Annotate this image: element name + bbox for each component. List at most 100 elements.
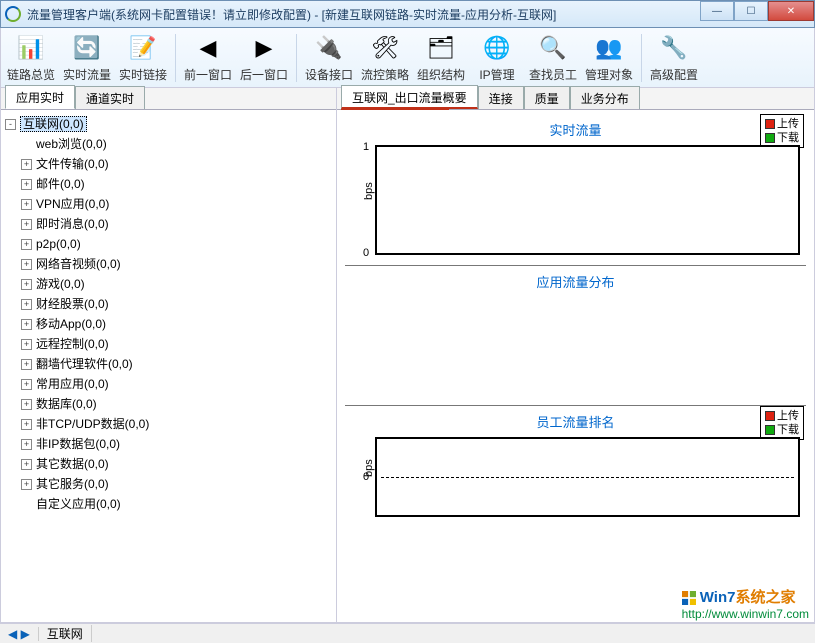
tree-node[interactable]: 即时消息(0,0)	[36, 217, 109, 231]
tree-toggle[interactable]: +	[21, 419, 32, 430]
toolbar-label: IP管理	[479, 66, 514, 83]
tree-toggle[interactable]: +	[21, 479, 32, 490]
tree-toggle[interactable]: +	[21, 459, 32, 470]
toolbar-icon: 🔍	[537, 32, 569, 64]
toolbar-icon: 🔌	[313, 32, 345, 64]
tree-node[interactable]: VPN应用(0,0)	[36, 197, 109, 211]
tree-node[interactable]: 常用应用(0,0)	[36, 377, 109, 391]
toolbar-实时流量[interactable]: 🔄实时流量	[59, 30, 115, 86]
tab-业务分布[interactable]: 业务分布	[570, 86, 640, 109]
window-title: 流量管理客户端(系统网卡配置错误！请立即修改配置) - [新建互联网链路-实时流…	[27, 6, 810, 23]
toolbar-设备接口[interactable]: 🔌 设备接口	[301, 30, 357, 86]
toolbar-后一窗口[interactable]: ▶后一窗口	[236, 30, 292, 86]
toolbar-label: 链路总览	[7, 66, 55, 83]
tab-连接[interactable]: 连接	[478, 86, 524, 109]
tree-toggle[interactable]: +	[21, 259, 32, 270]
ytick-0: 0	[363, 471, 369, 483]
tree-toggle[interactable]: +	[21, 199, 32, 210]
status-nav-icon[interactable]: ◀ ▶	[0, 627, 39, 641]
tree-toggle[interactable]: +	[21, 219, 32, 230]
toolbar-label: 设备接口	[305, 66, 353, 83]
tree-root[interactable]: 互联网(0,0)	[20, 116, 87, 132]
chart-appdist-section: 应用流量分布	[345, 266, 806, 406]
tree-node[interactable]: 移动App(0,0)	[36, 317, 106, 331]
tree-toggle[interactable]: +	[21, 439, 32, 450]
tree-node[interactable]: web浏览(0,0)	[36, 137, 107, 151]
tree-node[interactable]: 翻墙代理软件(0,0)	[36, 357, 133, 371]
main-toolbar: 📊 链路总览🔄实时流量📝实时链接 ◀ 前一窗口▶后一窗口 🔌 设备接口🛠流控策略🗂组织结构…	[0, 28, 815, 88]
tree-toggle[interactable]: -	[5, 119, 16, 130]
toolbar-实时链接[interactable]: 📝实时链接	[115, 30, 171, 86]
legend-upload-label: 上传	[777, 118, 799, 130]
toolbar-组织结构[interactable]: 🗂组织结构	[413, 30, 469, 86]
toolbar-label: 实时流量	[63, 66, 111, 83]
toolbar-separator	[296, 34, 297, 82]
chart-rank-title: 员工流量排名	[345, 412, 806, 431]
toolbar-前一窗口[interactable]: ◀ 前一窗口	[180, 30, 236, 86]
tree-node[interactable]: 文件传输(0,0)	[36, 157, 109, 171]
tree-toggle[interactable]: +	[21, 399, 32, 410]
legend-swatch-download	[765, 425, 775, 435]
window-titlebar: 流量管理客户端(系统网卡配置错误！请立即修改配置) - [新建互联网链路-实时流…	[0, 0, 815, 28]
tab-互联网_出口流量概要[interactable]: 互联网_出口流量概要	[341, 85, 478, 109]
maximize-button[interactable]: ☐	[734, 1, 768, 21]
tree-node[interactable]: 数据库(0,0)	[36, 397, 97, 411]
legend-download-label: 下载	[777, 132, 799, 144]
toolbar-管理对象[interactable]: 👥管理对象	[581, 30, 637, 86]
chart-dashline	[381, 477, 794, 478]
tab-应用实时[interactable]: 应用实时	[5, 85, 75, 109]
tree-toggle[interactable]: +	[21, 159, 32, 170]
tree-node[interactable]: 自定义应用(0,0)	[36, 497, 121, 511]
tree-node[interactable]: 远程控制(0,0)	[36, 337, 109, 351]
app-icon	[5, 6, 21, 22]
toolbar-icon: 📝	[127, 32, 159, 64]
main-area: 应用实时通道实时 -互联网(0,0) web浏览(0,0) + 文件传输(0,0) + 邮…	[0, 88, 815, 623]
app-tree: -互联网(0,0) web浏览(0,0) + 文件传输(0,0) + 邮件(0,0) + VP…	[1, 110, 336, 622]
tab-通道实时[interactable]: 通道实时	[75, 86, 145, 109]
tree-toggle[interactable]: +	[21, 299, 32, 310]
tree-node[interactable]: 其它服务(0,0)	[36, 477, 109, 491]
toolbar-separator	[641, 34, 642, 82]
toolbar-label: 查找员工	[529, 66, 577, 83]
watermark-url: http://www.winwin7.com	[682, 607, 809, 621]
tree-toggle[interactable]: +	[21, 339, 32, 350]
toolbar-label: 前一窗口	[184, 66, 232, 83]
toolbar-label: 流控策略	[361, 66, 409, 83]
minimize-button[interactable]: —	[700, 1, 734, 21]
tree-node[interactable]: 邮件(0,0)	[36, 177, 85, 191]
left-pane: 应用实时通道实时 -互联网(0,0) web浏览(0,0) + 文件传输(0,0) + 邮…	[1, 88, 337, 622]
window-controls: — ☐ ✕	[700, 1, 814, 21]
watermark-brand-a: Win7	[700, 589, 736, 606]
toolbar-流控策略[interactable]: 🛠流控策略	[357, 30, 413, 86]
tree-toggle[interactable]: +	[21, 359, 32, 370]
toolbar-IP管理[interactable]: 🌐IP管理	[469, 30, 525, 86]
toolbar-查找员工[interactable]: 🔍 查找员工	[525, 30, 581, 86]
toolbar-高级配置[interactable]: 🔧高级配置	[646, 30, 702, 86]
legend-upload-label: 上传	[777, 410, 799, 422]
chart-rank-plot: 0	[375, 437, 800, 517]
tree-toggle[interactable]: +	[21, 239, 32, 250]
tree-node[interactable]: 非IP数据包(0,0)	[36, 437, 120, 451]
tree-toggle[interactable]: +	[21, 319, 32, 330]
chart-rank-legend: 上传 下载	[760, 406, 804, 440]
toolbar-icon: 📊	[15, 32, 47, 64]
legend-download-label: 下载	[777, 424, 799, 436]
toolbar-链路总览[interactable]: 📊 链路总览	[3, 30, 59, 86]
tree-toggle[interactable]: +	[21, 279, 32, 290]
tree-node[interactable]: 财经股票(0,0)	[36, 297, 109, 311]
tree-node[interactable]: 游戏(0,0)	[36, 277, 85, 291]
tree-node[interactable]: 非TCP/UDP数据(0,0)	[36, 417, 149, 431]
tree-node[interactable]: 网络音视频(0,0)	[36, 257, 121, 271]
tree-node[interactable]: p2p(0,0)	[36, 237, 81, 251]
tree-node[interactable]: 其它数据(0,0)	[36, 457, 109, 471]
legend-swatch-upload	[765, 119, 775, 129]
close-button[interactable]: ✕	[768, 1, 814, 21]
ytick-0: 0	[363, 247, 369, 259]
tree-toggle[interactable]: +	[21, 379, 32, 390]
tree-toggle[interactable]: +	[21, 179, 32, 190]
toolbar-icon: ◀	[192, 32, 224, 64]
tab-质量[interactable]: 质量	[524, 86, 570, 109]
chart-realtime-plot: 1 0	[375, 145, 800, 255]
charts-area: 实时流量 上传 下载 bps 1 0 应用流量分布 员工流量排名	[337, 110, 814, 622]
toolbar-label: 组织结构	[417, 66, 465, 83]
